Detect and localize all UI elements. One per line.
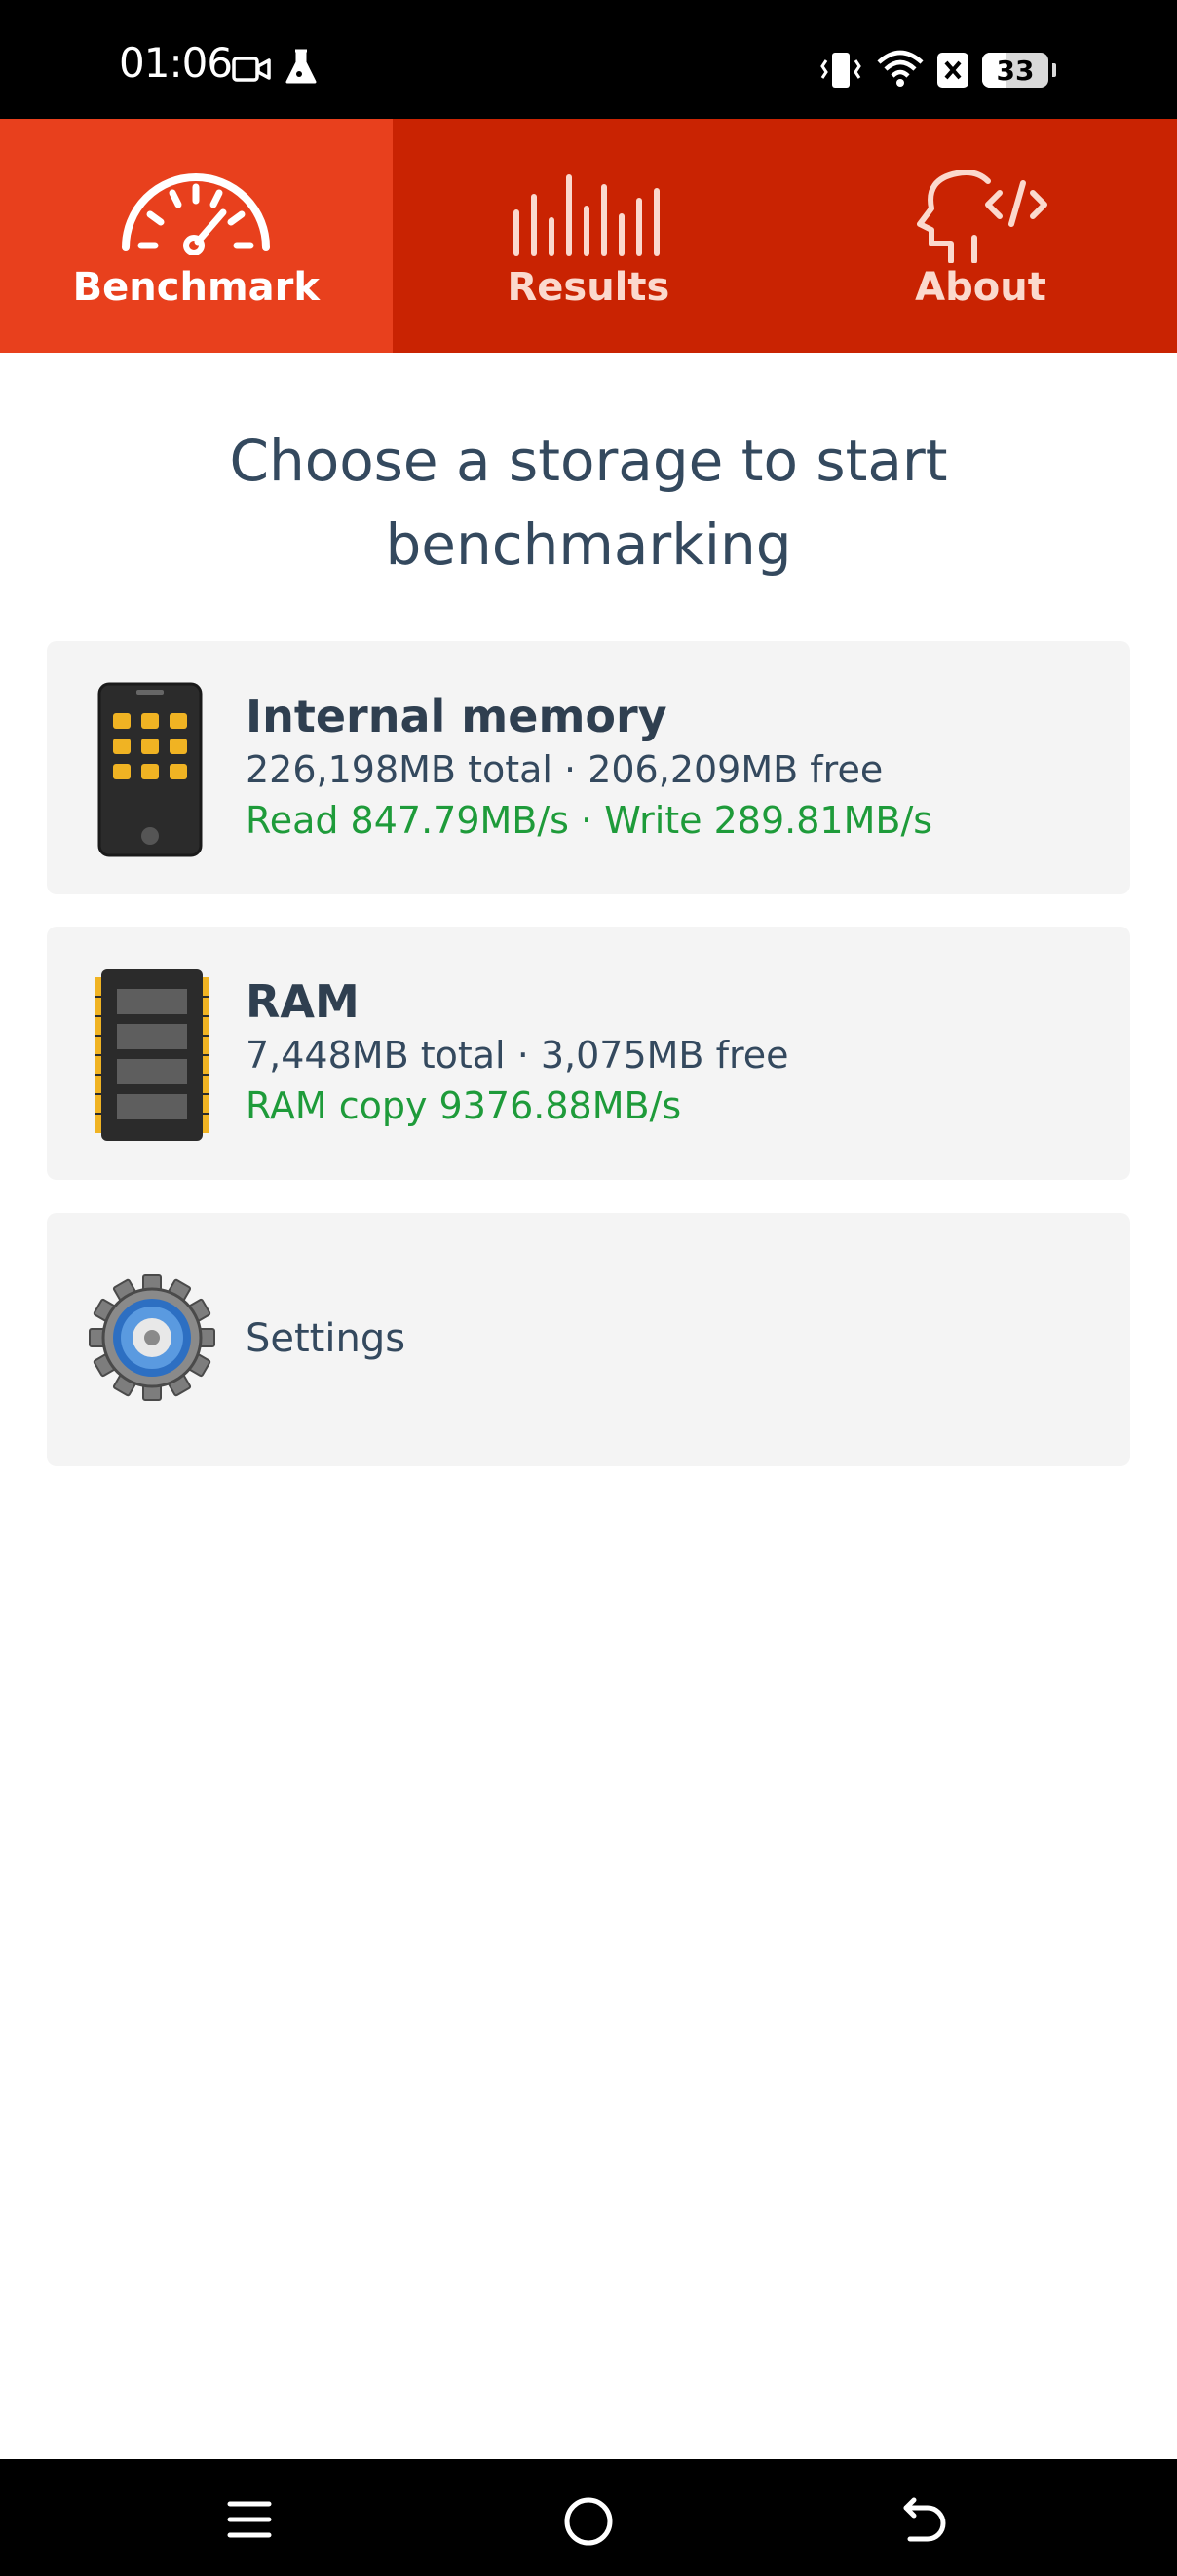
storage-title: RAM (246, 975, 360, 1028)
ram-chip-icon (95, 969, 209, 1141)
storage-capacity: 226,198MB total · 206,209MB free (246, 748, 884, 791)
vibrate-icon (820, 53, 861, 88)
tab-bar: Benchmark Results About (0, 119, 1177, 353)
tab-label-results: Results (507, 265, 670, 310)
status-bar: 01:06 33 (0, 0, 1177, 119)
storage-card-internal-memory[interactable]: Internal memory 226,198MB total · 206,20… (47, 641, 1130, 894)
menu-icon[interactable] (226, 2498, 273, 2541)
bar-lines-icon (513, 174, 660, 256)
sim-off-icon (937, 53, 968, 88)
storage-title: Internal memory (246, 690, 667, 742)
tab-benchmark[interactable]: Benchmark (0, 119, 393, 353)
navigation-bar (0, 2459, 1177, 2576)
phone-icon (97, 682, 203, 857)
flask-icon (285, 49, 317, 84)
heading-line-1: Choose a storage to start (229, 428, 948, 494)
home-icon[interactable] (563, 2496, 614, 2547)
storage-card-ram[interactable]: RAM 7,448MB total · 3,075MB free RAM cop… (47, 927, 1130, 1180)
camera-icon (232, 57, 271, 82)
storage-speed: RAM copy 9376.88MB/s (246, 1084, 682, 1127)
status-time: 01:06 (119, 39, 233, 87)
tab-results[interactable]: Results (393, 119, 785, 353)
tab-about[interactable]: About (784, 119, 1177, 353)
heading-line-2: benchmarking (385, 511, 792, 578)
storage-capacity: 7,448MB total · 3,075MB free (246, 1034, 789, 1077)
tab-label-benchmark: Benchmark (72, 265, 320, 310)
wifi-icon (877, 50, 924, 87)
gear-icon (89, 1274, 215, 1401)
speedometer-icon (122, 173, 271, 255)
battery-level: 33 (996, 55, 1035, 87)
battery-icon: 33 (982, 53, 1056, 88)
settings-card[interactable]: Settings (47, 1213, 1130, 1466)
back-icon[interactable] (902, 2496, 949, 2543)
tab-label-about: About (915, 265, 1046, 310)
storage-speed: Read 847.79MB/s · Write 289.81MB/s (246, 799, 933, 842)
page-heading: Choose a storage to start benchmarking (97, 419, 1080, 587)
settings-label: Settings (246, 1316, 406, 1361)
head-code-icon (917, 170, 1048, 263)
